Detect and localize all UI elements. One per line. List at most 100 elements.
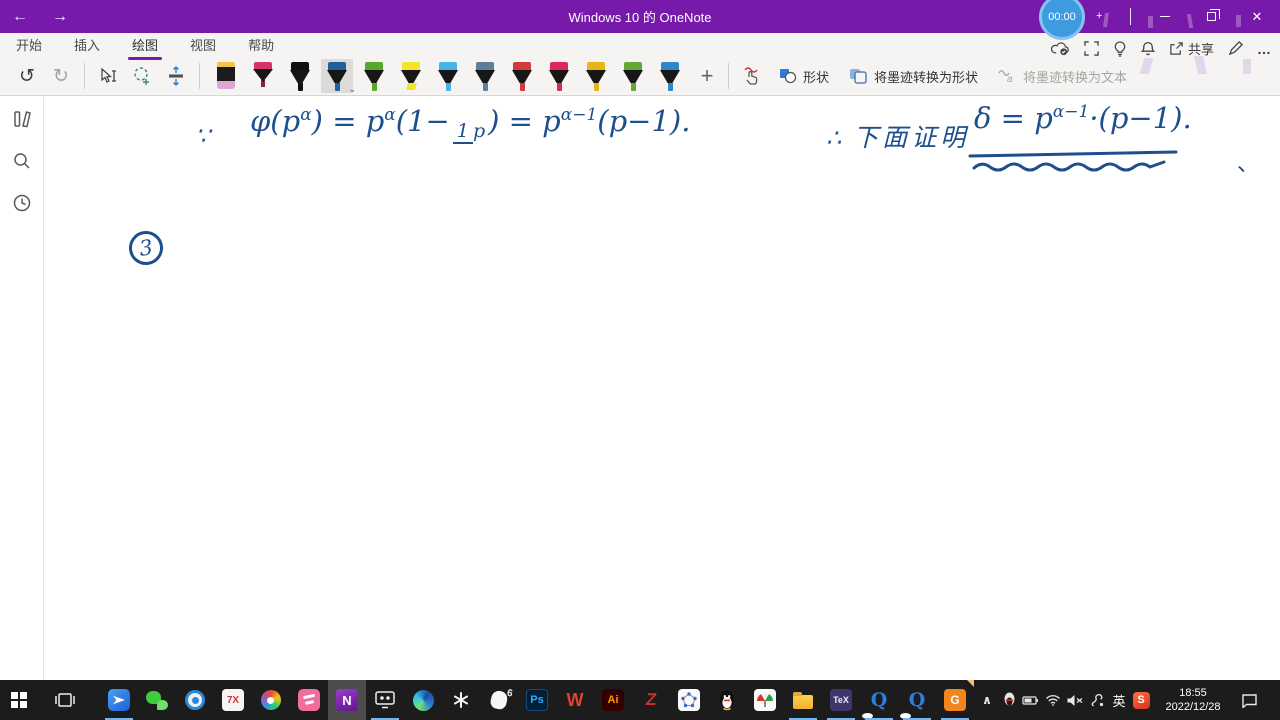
tray-qq-icon[interactable] xyxy=(998,680,1020,720)
tray-sogou-icon[interactable]: S xyxy=(1130,680,1152,720)
taskbar-blue-arrow-app[interactable] xyxy=(100,680,138,720)
taskbar-g-app[interactable]: G xyxy=(936,680,974,720)
palette-icon xyxy=(261,690,281,710)
taskbar-geometry-app[interactable] xyxy=(670,680,708,720)
snowflake-icon xyxy=(453,692,469,708)
restore-button[interactable] xyxy=(1188,0,1234,33)
pen-azure[interactable] xyxy=(658,59,682,91)
taskbar-flower-app[interactable] xyxy=(442,680,480,720)
ink-to-shape-label: 将墨迹转换为形状 xyxy=(874,69,979,85)
taskbar-pink-app[interactable] xyxy=(290,680,328,720)
taskbar-wechat[interactable] xyxy=(138,680,176,720)
taskbar-aperture-app[interactable] xyxy=(176,680,214,720)
tray-ime-indicator[interactable]: 英 xyxy=(1108,680,1130,720)
clock-time: 18:55 xyxy=(1179,686,1207,699)
search-icon[interactable] xyxy=(12,151,32,171)
taskbar-sketchpad[interactable] xyxy=(746,680,784,720)
titlebar: ← → Windows 10 的 OneNote ✕ xyxy=(0,0,1280,33)
taskbar-clock[interactable]: 18:55 2022/12/28 xyxy=(1156,686,1230,715)
taskbar-edge[interactable] xyxy=(404,680,442,720)
paper-plane-icon xyxy=(113,695,125,705)
tray-windows-ink-icon[interactable] xyxy=(1086,680,1108,720)
taskbar-photoshop[interactable]: Ps xyxy=(518,680,556,720)
recorder-plus-icon: + xyxy=(1096,10,1103,22)
task-view-button[interactable] xyxy=(46,680,84,720)
watermark-mark xyxy=(1148,16,1153,28)
page-canvas[interactable] xyxy=(45,97,1280,680)
pen-sky-blue[interactable] xyxy=(436,59,460,91)
ink-to-shape-button[interactable]: 将墨迹转换为形状 xyxy=(849,67,978,86)
forward-arrow-icon[interactable]: → xyxy=(40,0,80,33)
draw-with-touch-button[interactable] xyxy=(735,60,769,92)
taskbar-wps[interactable]: W xyxy=(556,680,594,720)
taskbar: 7X N 6 Ps W Ai Z TeX Q Q G ∧ 英 S 18:55 2… xyxy=(0,680,1280,720)
qq-penguin-icon xyxy=(720,690,734,710)
fullscreen-icon[interactable] xyxy=(1084,41,1099,56)
eraser-tool[interactable] xyxy=(214,59,238,89)
taskbar-seven-x-app[interactable]: 7X xyxy=(214,680,252,720)
window-title: Windows 10 的 OneNote xyxy=(568,10,712,25)
ink-to-text-label: 将墨迹转换为文本 xyxy=(1023,69,1128,85)
pen-yellow-highlighter[interactable] xyxy=(399,59,423,90)
taskbar-qq-browser-2[interactable]: Q xyxy=(898,680,936,720)
taskbar-illustrator[interactable]: Ai xyxy=(594,680,632,720)
pen-green[interactable] xyxy=(362,59,386,91)
umbrella-fan-icon xyxy=(757,693,773,701)
tray-volume-muted-icon[interactable] xyxy=(1064,680,1086,720)
share-button[interactable]: 共享 xyxy=(1169,39,1214,58)
pen-black[interactable] xyxy=(288,59,312,91)
sync-status-icon[interactable] xyxy=(1050,41,1070,56)
taskbar-file-explorer[interactable] xyxy=(784,680,822,720)
notebooks-icon[interactable] xyxy=(11,109,33,129)
taskbar-qq[interactable] xyxy=(708,680,746,720)
lightbulb-icon[interactable] xyxy=(1113,40,1127,57)
pen-blue-selected[interactable]: ⌄ xyxy=(321,59,356,95)
folder-icon xyxy=(793,691,813,709)
back-arrow-icon[interactable]: ← xyxy=(0,0,40,33)
tray-show-hidden-icons[interactable]: ∧ xyxy=(976,680,998,720)
lasso-select-button[interactable] xyxy=(125,60,159,92)
tab-draw[interactable]: 绘图 xyxy=(128,33,163,60)
more-options-button[interactable]: … xyxy=(1257,41,1272,57)
watermark-mark xyxy=(1236,15,1241,27)
redo-button[interactable]: ↻ xyxy=(44,60,78,92)
start-button[interactable] xyxy=(0,680,38,720)
pen-steel[interactable] xyxy=(473,59,497,91)
recent-notes-icon[interactable] xyxy=(12,193,32,213)
taskbar-monitor-app[interactable] xyxy=(366,680,404,720)
taskbar-glove-app[interactable]: 6 xyxy=(480,680,518,720)
pen-magenta[interactable] xyxy=(547,59,571,91)
ink-to-text-button[interactable]: a 将墨迹转换为文本 xyxy=(998,67,1127,86)
taskbar-z-app[interactable]: Z xyxy=(632,680,670,720)
edge-icon xyxy=(412,689,434,711)
notifications-bell-icon[interactable] xyxy=(1140,41,1155,57)
pen-red[interactable] xyxy=(510,59,534,91)
undo-button[interactable]: ↺ xyxy=(10,60,44,92)
tray-wifi-icon[interactable] xyxy=(1042,680,1064,720)
add-pen-button[interactable]: + xyxy=(692,63,722,89)
taskbar-qq-browser-1[interactable]: Q xyxy=(860,680,898,720)
taskbar-tex-app[interactable]: TeX xyxy=(822,680,860,720)
draw-toolbar: ↺ ↻ ⌄ + 形状 将墨迹转换为形状 a 将墨迹转换为文本 xyxy=(0,57,1280,95)
pen-gold[interactable] xyxy=(584,59,608,91)
pen-lime[interactable] xyxy=(621,59,645,91)
taskbar-palette-app[interactable] xyxy=(252,680,290,720)
tray-battery-icon[interactable] xyxy=(1020,680,1042,720)
pen-gallery: ⌄ xyxy=(214,59,682,95)
watermark-mark xyxy=(1243,59,1251,74)
action-center-button[interactable] xyxy=(1234,680,1264,720)
tab-view[interactable]: 视图 xyxy=(188,33,218,58)
edit-pencil-icon[interactable] xyxy=(1228,41,1243,56)
pencil-tool[interactable] xyxy=(251,59,275,87)
tab-help[interactable]: 帮助 xyxy=(246,33,276,58)
tab-insert[interactable]: 插入 xyxy=(72,33,102,58)
corner-fold xyxy=(967,680,974,687)
insert-space-button[interactable] xyxy=(159,60,193,92)
tab-home[interactable]: 开始 xyxy=(14,33,44,58)
pen-dropdown-chevron-icon[interactable]: ⌄ xyxy=(348,84,356,95)
taskbar-onenote[interactable]: N xyxy=(328,680,366,720)
aperture-icon xyxy=(185,690,205,710)
recorder-divider xyxy=(1130,8,1131,25)
shapes-button[interactable]: 形状 xyxy=(779,67,829,86)
select-tool-button[interactable] xyxy=(91,60,125,92)
